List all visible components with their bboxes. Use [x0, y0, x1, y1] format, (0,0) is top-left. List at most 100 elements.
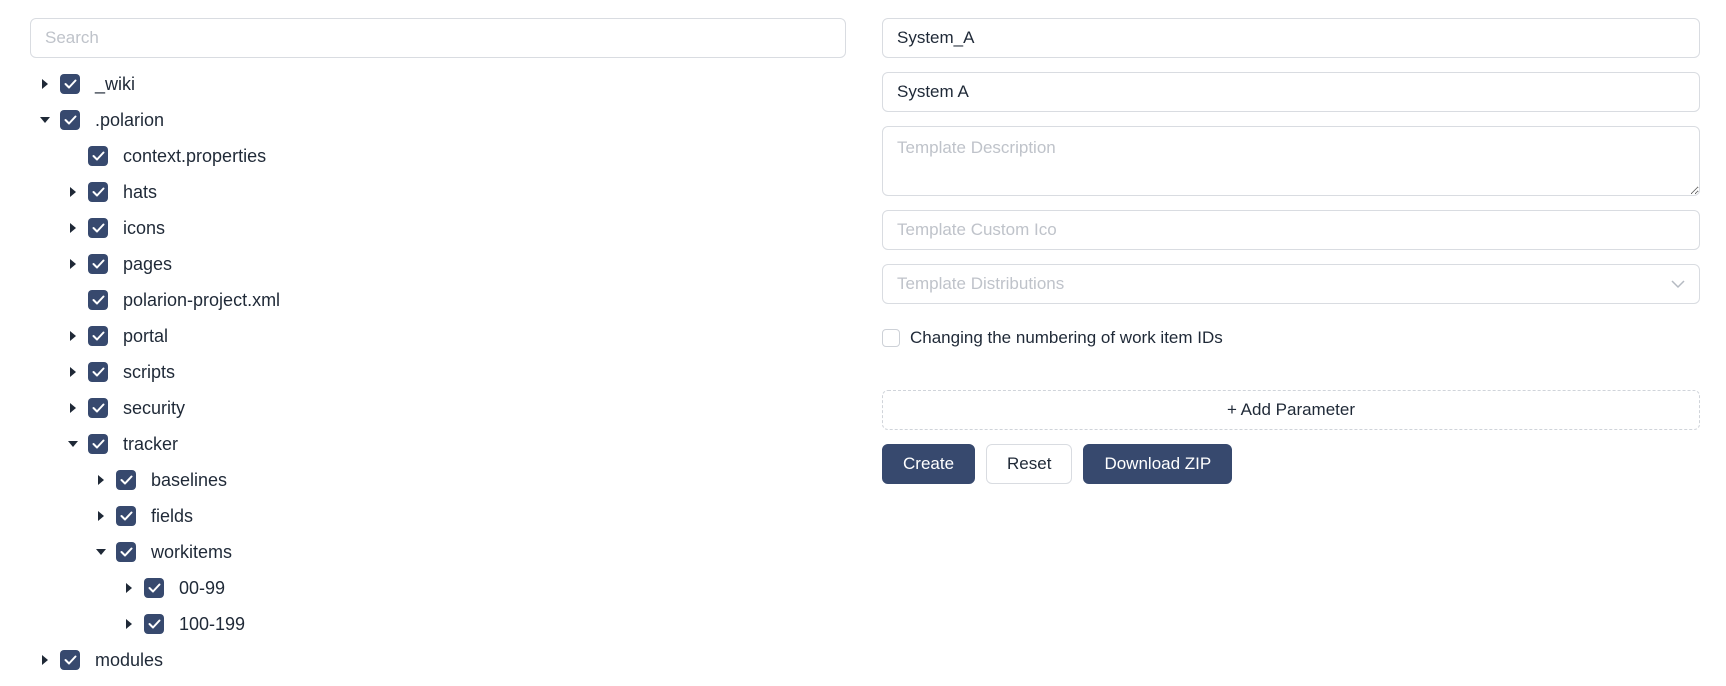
tree-node[interactable]: 00-99 — [30, 570, 846, 606]
tree-node-checkbox[interactable] — [88, 362, 108, 382]
tree-node-label: .polarion — [95, 109, 165, 130]
page: _wiki .polarion context.properties hats icon… — [0, 0, 1726, 686]
template-distributions-placeholder: Template Distributions — [897, 274, 1065, 293]
checkmark-icon — [92, 187, 104, 197]
tree-node[interactable]: .polarion — [30, 102, 846, 138]
tree-node-checkbox[interactable] — [88, 218, 108, 238]
tree-node-label: fields — [151, 505, 194, 526]
template-custom-icon-field[interactable] — [882, 210, 1700, 250]
template-id-field[interactable] — [882, 18, 1700, 58]
renumber-checkbox[interactable] — [882, 329, 900, 347]
checkmark-icon — [64, 79, 76, 89]
tree-node-label: 100-199 — [179, 613, 246, 634]
caret-right-icon[interactable] — [94, 473, 108, 487]
tree-node[interactable]: 100-199 — [30, 606, 846, 642]
tree-node-checkbox[interactable] — [60, 74, 80, 94]
search-input[interactable] — [30, 18, 846, 58]
checkmark-icon — [92, 403, 104, 413]
tree-node-label: pages — [123, 253, 173, 274]
checkmark-icon — [120, 511, 132, 521]
caret-spacer — [66, 149, 80, 163]
tree-node[interactable]: fields — [30, 498, 846, 534]
tree-node[interactable]: modules — [30, 642, 846, 678]
tree-node[interactable]: polarion-project.xml — [30, 282, 846, 318]
tree-node-checkbox[interactable] — [88, 182, 108, 202]
caret-right-icon[interactable] — [66, 401, 80, 415]
caret-right-icon[interactable] — [66, 329, 80, 343]
tree-node-label: workitems — [151, 541, 233, 562]
template-description-field[interactable] — [882, 126, 1700, 196]
tree-node-checkbox[interactable] — [144, 614, 164, 634]
tree-node[interactable]: workitems — [30, 534, 846, 570]
create-button[interactable]: Create — [882, 444, 976, 484]
tree-node[interactable]: context.properties — [30, 138, 846, 174]
caret-right-icon[interactable] — [66, 365, 80, 379]
tree-node[interactable]: baselines — [30, 462, 846, 498]
download-zip-button[interactable]: Download ZIP — [1083, 444, 1233, 484]
caret-right-icon[interactable] — [66, 221, 80, 235]
tree-node-label: tracker — [123, 433, 179, 454]
reset-button[interactable]: Reset — [986, 444, 1073, 484]
caret-right-icon[interactable] — [66, 185, 80, 199]
caret-right-icon[interactable] — [122, 617, 136, 631]
template-distributions-select[interactable]: Template Distributions — [882, 264, 1700, 304]
caret-down-icon[interactable] — [94, 545, 108, 559]
template-name-field[interactable] — [882, 72, 1700, 112]
caret-down-icon[interactable] — [66, 437, 80, 451]
tree-node-label: security — [123, 397, 186, 418]
tree-node-checkbox[interactable] — [88, 290, 108, 310]
chevron-down-icon — [1671, 274, 1685, 294]
tree-node[interactable]: _wiki — [30, 66, 846, 102]
action-buttons: Create Reset Download ZIP — [882, 444, 1700, 484]
tree-node[interactable]: pages — [30, 246, 846, 282]
checkmark-icon — [148, 583, 160, 593]
tree-node[interactable]: tracker — [30, 426, 846, 462]
tree-node-label: icons — [123, 217, 166, 238]
caret-right-icon[interactable] — [38, 653, 52, 667]
caret-right-icon[interactable] — [94, 509, 108, 523]
tree-node-checkbox[interactable] — [60, 110, 80, 130]
tree-node[interactable]: scripts — [30, 354, 846, 390]
caret-right-icon[interactable] — [66, 257, 80, 271]
tree-node-checkbox[interactable] — [88, 434, 108, 454]
add-parameter-button[interactable]: + Add Parameter — [882, 390, 1700, 430]
file-tree: _wiki .polarion context.properties hats icon… — [30, 66, 846, 678]
checkmark-icon — [64, 115, 76, 125]
tree-node[interactable]: icons — [30, 210, 846, 246]
tree-node[interactable]: security — [30, 390, 846, 426]
checkmark-icon — [92, 331, 104, 341]
checkmark-icon — [120, 475, 132, 485]
tree-node-checkbox[interactable] — [116, 506, 136, 526]
tree-node-checkbox[interactable] — [88, 254, 108, 274]
checkmark-icon — [148, 619, 160, 629]
checkmark-icon — [92, 151, 104, 161]
tree-node-label: scripts — [123, 361, 176, 382]
tree-node-checkbox[interactable] — [88, 146, 108, 166]
checkmark-icon — [92, 259, 104, 269]
checkmark-icon — [120, 547, 132, 557]
tree-node-checkbox[interactable] — [144, 578, 164, 598]
tree-node-label: modules — [95, 649, 164, 670]
tree-node-checkbox[interactable] — [88, 326, 108, 346]
tree-node-label: polarion-project.xml — [123, 289, 281, 310]
tree-node-checkbox[interactable] — [116, 470, 136, 490]
tree-node-label: context.properties — [123, 145, 267, 166]
tree-node-label: 00-99 — [179, 577, 226, 598]
checkmark-icon — [92, 439, 104, 449]
caret-down-icon[interactable] — [38, 113, 52, 127]
tree-node[interactable]: portal — [30, 318, 846, 354]
tree-node[interactable]: hats — [30, 174, 846, 210]
tree-node-label: portal — [123, 325, 169, 346]
checkmark-icon — [92, 223, 104, 233]
caret-right-icon[interactable] — [38, 77, 52, 91]
caret-right-icon[interactable] — [122, 581, 136, 595]
tree-node-checkbox[interactable] — [88, 398, 108, 418]
tree-node-checkbox[interactable] — [60, 650, 80, 670]
tree-node-checkbox[interactable] — [116, 542, 136, 562]
checkmark-icon — [92, 367, 104, 377]
tree-node-label: _wiki — [95, 73, 136, 94]
tree-node-label: hats — [123, 181, 158, 202]
renumber-checkbox-row[interactable]: Changing the numbering of work item IDs — [882, 326, 1700, 350]
template-form: Template Distributions Changing the numb… — [882, 18, 1700, 484]
file-tree-pane: _wiki .polarion context.properties hats icon… — [30, 18, 846, 678]
